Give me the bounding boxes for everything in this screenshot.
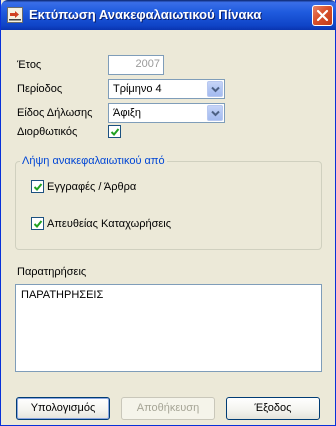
exit-button[interactable]: Έξοδος [226, 397, 320, 420]
summary-source-group [15, 161, 322, 250]
close-icon [316, 9, 329, 22]
checkmark-icon [33, 220, 43, 228]
print-report-icon [7, 7, 23, 23]
entries-label[interactable]: Εγγραφές / Άρθρα [47, 181, 136, 193]
title-bar[interactable]: Εκτύπωση Ανακεφαλαιωτικού Πίνακα [1, 0, 336, 30]
declaration-type-select[interactable]: Άφιξη [108, 103, 225, 123]
declaration-type-value: Άφιξη [113, 107, 141, 119]
period-select[interactable]: Τρίμηνο 4 [108, 79, 225, 99]
dialog-window: Εκτύπωση Ανακεφαλαιωτικού Πίνακα Έτος 20… [0, 0, 336, 426]
direct-entries-label[interactable]: Απευθείας Καταχωρήσεις [47, 218, 171, 230]
year-field[interactable]: 2007 [108, 55, 164, 75]
declaration-type-label: Είδος Δήλωσης [17, 107, 93, 119]
corrective-checkbox[interactable] [108, 125, 121, 138]
period-label: Περίοδος [17, 83, 63, 95]
checkmark-icon [110, 128, 120, 136]
direct-entries-checkbox[interactable] [31, 217, 44, 230]
chevron-down-icon[interactable] [207, 105, 223, 121]
entries-checkbox[interactable] [31, 180, 44, 193]
notes-textarea[interactable]: ΠΑΡΑΤΗΡΗΣΕΙΣ [15, 284, 322, 372]
chevron-down-icon[interactable] [207, 81, 223, 97]
save-button[interactable]: Αποθήκευση [121, 397, 215, 420]
year-label: Έτος [17, 59, 42, 71]
calculate-button[interactable]: Υπολογισμός [16, 397, 110, 420]
notes-label: Παρατηρήσεις [17, 266, 87, 278]
corrective-label: Διορθωτικός [17, 126, 78, 138]
summary-source-legend: Λήψη ανακεφαλαιωτικού από [20, 155, 167, 167]
period-value: Τρίμηνο 4 [113, 83, 162, 95]
window-title: Εκτύπωση Ανακεφαλαιωτικού Πίνακα [29, 7, 262, 22]
close-button[interactable] [312, 5, 333, 26]
checkmark-icon [33, 183, 43, 191]
